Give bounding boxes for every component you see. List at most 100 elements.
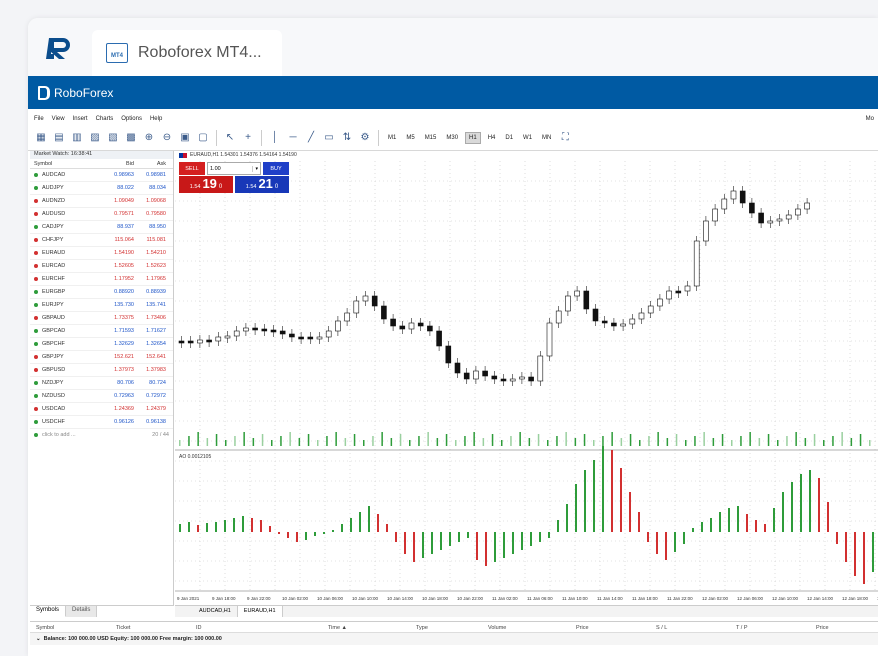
market-watch-row[interactable]: EURJPY 135.730 135.741	[30, 299, 173, 312]
vertical-line-icon[interactable]: │	[268, 131, 282, 145]
market-watch-row[interactable]: NZDJPY 80.706 80.724	[30, 377, 173, 390]
terminal-col-volume[interactable]: Volume	[488, 625, 506, 631]
volume-bar	[326, 436, 328, 446]
volume-bar	[602, 436, 604, 446]
timeframe-w1[interactable]: W1	[520, 133, 535, 143]
chart-window[interactable]: 9 Jan 2021 9 Jan 18:00 9 Jan 22:00 10 Jan 0…	[175, 151, 878, 606]
trendline-icon[interactable]: ╱	[304, 131, 318, 145]
tile-windows-icon[interactable]: ▣	[178, 131, 192, 145]
market-watch-row[interactable]: EURGBP 0.88920 0.88939	[30, 286, 173, 299]
tab-symbols[interactable]: Symbols	[30, 606, 67, 617]
fullscreen-icon[interactable]: ⛶	[558, 131, 572, 145]
ao-bar	[710, 518, 712, 532]
direction-dot-icon	[34, 186, 38, 190]
cursor-icon[interactable]: ↖	[223, 131, 237, 145]
arrows-icon[interactable]: ⇅	[340, 131, 354, 145]
market-watch-row[interactable]: GBPJPY 152.621 152.641	[30, 351, 173, 364]
market-watch-row[interactable]: USDCHF 0.96126 0.96138	[30, 416, 173, 429]
terminal-col-symbol[interactable]: Symbol	[36, 625, 54, 631]
x-tick-label: 11 Jan 06:00	[527, 596, 553, 601]
column-symbol[interactable]: Symbol	[34, 161, 94, 167]
market-watch-row[interactable]: GBPAUD 1.73375 1.73406	[30, 312, 173, 325]
chart-tab-euraud[interactable]: EURAUD,H1	[237, 606, 283, 617]
crosshair-icon[interactable]: +	[241, 131, 255, 145]
candle-body	[638, 312, 645, 320]
menu-insert[interactable]: Insert	[73, 116, 88, 122]
terminal-col-type[interactable]: Type	[416, 625, 428, 631]
new-order-icon[interactable]: ▤	[52, 131, 66, 145]
market-watch-row[interactable]: EURCAD 1.52605 1.52623	[30, 260, 173, 273]
market-watch-row[interactable]: AUDUSD 0.79571 0.79580	[30, 208, 173, 221]
terminal-col-price-current[interactable]: Price	[816, 625, 829, 631]
market-watch-row[interactable]: GBPUSD 1.37973 1.37983	[30, 364, 173, 377]
direction-dot-icon	[34, 316, 38, 320]
market-watch-icon[interactable]: ▨	[88, 131, 102, 145]
profiles-icon[interactable]: ▥	[70, 131, 84, 145]
terminal-col-tp[interactable]: T / P	[736, 625, 748, 631]
timeframe-m30[interactable]: M30	[443, 133, 461, 143]
collapse-icon[interactable]: ⌄	[36, 636, 41, 642]
timeframe-m15[interactable]: M15	[422, 133, 440, 143]
market-watch-row[interactable]: EURAUD 1.54190 1.54210	[30, 247, 173, 260]
market-watch-row[interactable]: NZDUSD 0.72963 0.72972	[30, 390, 173, 403]
zoom-in-icon[interactable]: ⊕	[142, 131, 156, 145]
toolbar-separator	[216, 129, 217, 146]
sell-button[interactable]: SELL	[179, 162, 205, 175]
timeframe-mn[interactable]: MN	[539, 133, 554, 143]
market-watch-tabs: Symbols Details	[30, 605, 174, 617]
timeframe-m5[interactable]: M5	[403, 133, 417, 143]
add-symbol-link[interactable]: click to add ...	[34, 432, 134, 438]
buy-price[interactable]: 1.54 21 0	[235, 176, 289, 193]
timeframe-d1[interactable]: D1	[502, 133, 516, 143]
terminal-icon[interactable]: ▩	[124, 131, 138, 145]
market-watch-row[interactable]: GBPCHF 1.32629 1.32654	[30, 338, 173, 351]
menu-options[interactable]: Options	[121, 116, 142, 122]
sell-price[interactable]: 1.54 19 0	[179, 176, 233, 193]
market-watch-row[interactable]: USDCAD 1.24369 1.24379	[30, 403, 173, 416]
buy-button[interactable]: BUY	[263, 162, 289, 175]
market-watch-row[interactable]: AUDNZD 1.09049 1.09068	[30, 195, 173, 208]
chart-shift-icon[interactable]: ▢	[196, 131, 210, 145]
market-watch-row[interactable]: EURCHF 1.17952 1.17965	[30, 273, 173, 286]
navigator-icon[interactable]: ▧	[106, 131, 120, 145]
terminal-col-ticket[interactable]: Ticket	[116, 625, 130, 631]
bid-value: 152.621	[114, 354, 134, 360]
chart-tab-audcad[interactable]: AUDCAD,H1	[193, 606, 238, 617]
bid-value: 115.064	[114, 237, 134, 243]
menu-charts[interactable]: Charts	[96, 116, 114, 122]
column-bid[interactable]: Bid	[94, 161, 134, 167]
candle-body	[730, 190, 737, 200]
menu-right-label[interactable]: Mo	[866, 116, 874, 122]
candle-body	[270, 329, 277, 333]
ao-bar	[476, 532, 478, 560]
ao-bar	[674, 532, 676, 552]
terminal-col-sl[interactable]: S / L	[656, 625, 667, 631]
lot-size-input[interactable]: 1.00 ▾	[207, 162, 261, 175]
market-watch-row[interactable]: CHFJPY 115.064 115.081	[30, 234, 173, 247]
timeframe-h4[interactable]: H4	[485, 133, 499, 143]
menu-view[interactable]: View	[52, 116, 65, 122]
timeframe-m1[interactable]: M1	[385, 133, 399, 143]
tab-details[interactable]: Details	[66, 606, 98, 617]
lot-dropdown-icon[interactable]: ▾	[252, 165, 258, 172]
timeframe-h1[interactable]: H1	[465, 131, 481, 144]
menu-help[interactable]: Help	[150, 116, 162, 122]
add-symbol-row[interactable]: click to add ... 20 / 44	[30, 429, 173, 441]
market-watch-row[interactable]: AUDJPY 88.022 88.034	[30, 182, 173, 195]
price-chart[interactable]: 9 Jan 2021 9 Jan 18:00 9 Jan 22:00 10 Jan 0…	[175, 151, 878, 606]
terminal-col-id[interactable]: ID	[196, 625, 202, 631]
text-label-icon[interactable]: ▭	[322, 131, 336, 145]
indicators-icon[interactable]: ⚙	[358, 131, 372, 145]
menu-file[interactable]: File	[34, 116, 44, 122]
zoom-out-icon[interactable]: ⊖	[160, 131, 174, 145]
terminal-col-time[interactable]: Time ▲	[328, 625, 347, 631]
browser-tab-mt4[interactable]: MT4 Roboforex MT4...	[92, 30, 282, 76]
market-watch-row[interactable]: AUDCAD 0.98963 0.98981	[30, 169, 173, 182]
volume-bar	[455, 440, 457, 446]
new-chart-icon[interactable]: ▦	[34, 131, 48, 145]
column-ask[interactable]: Ask	[134, 161, 166, 167]
market-watch-row[interactable]: GBPCAD 1.71593 1.71627	[30, 325, 173, 338]
horizontal-line-icon[interactable]: ─	[286, 131, 300, 145]
terminal-col-price[interactable]: Price	[576, 625, 589, 631]
market-watch-row[interactable]: CADJPY 88.937 88.950	[30, 221, 173, 234]
